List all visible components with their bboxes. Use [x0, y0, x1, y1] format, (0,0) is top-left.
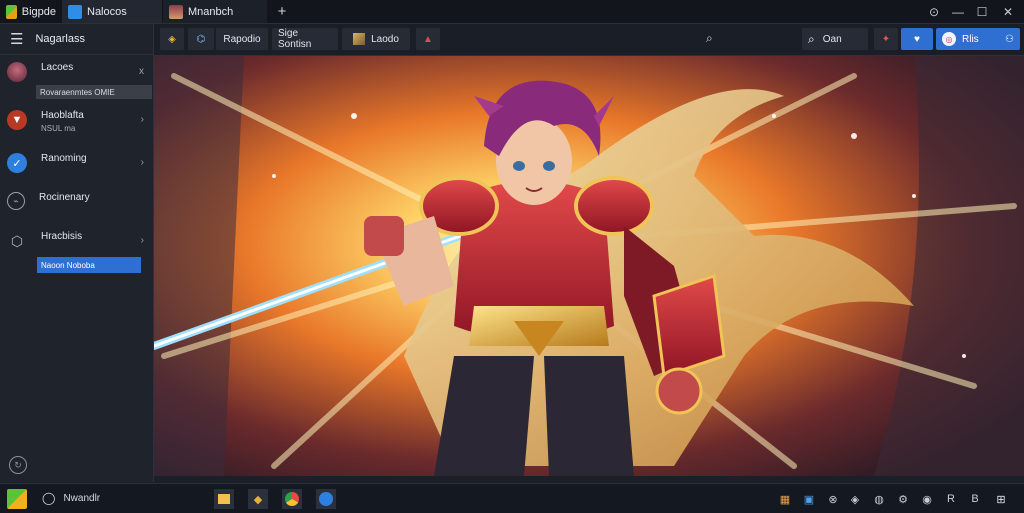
shield-icon[interactable]: ◈ [848, 492, 862, 506]
tab-label: Mnanbch [188, 5, 234, 18]
sidebar-item-label: Hracbisis [41, 231, 83, 242]
search-value: Oan [822, 33, 842, 45]
sidebar-header: ☰ Nagarlass [0, 24, 153, 55]
browser-icon[interactable] [316, 489, 336, 509]
status-icon[interactable]: ⊙ [922, 0, 946, 23]
save-icon[interactable]: ◆ [248, 489, 268, 509]
chevron-right-icon: › [140, 235, 144, 246]
button-label: Rapodio [223, 33, 261, 45]
tab-bigpde[interactable]: Bigpde [0, 0, 62, 23]
maximize-button[interactable]: ☐ [970, 0, 994, 23]
sidebar-item-label: Haoblafta [41, 110, 84, 121]
settings-icon[interactable]: ⚙ [896, 492, 910, 506]
folder-icon [68, 4, 82, 19]
sidebar-item-label: Lacoes [41, 62, 74, 73]
network-icon[interactable]: ▣ [802, 492, 816, 506]
close-button[interactable]: ✕ [996, 0, 1020, 23]
search-input[interactable]: ⌕ Oan [802, 28, 868, 50]
bookmark-icon: ⌁ [7, 192, 25, 210]
game-artwork[interactable] [154, 56, 1024, 476]
game-icon [169, 4, 183, 19]
tab-label: Bigpde [21, 5, 56, 18]
chat-icon[interactable]: ◍ [872, 492, 886, 506]
shield-outline-icon: ⬡ [10, 232, 24, 249]
taskbar-search-label: Nwandlr [63, 492, 101, 504]
hamburger-icon[interactable]: ☰ [10, 30, 23, 48]
sidebar-item-ranoming[interactable]: ✓ Ranoming › [0, 153, 153, 173]
new-tab-button[interactable]: + [270, 0, 294, 23]
sidebar-title: Nagarlass [35, 33, 85, 45]
display-icon[interactable]: B [968, 492, 982, 506]
chevron-right-icon: › [140, 114, 144, 125]
profile-icon: ⚇ [1005, 33, 1014, 45]
hero-illustration [154, 56, 1024, 476]
toolbar-button-laodo[interactable]: Laodo [342, 28, 410, 50]
tab-mnanbch[interactable]: Mnanbch [163, 0, 267, 23]
notification-center-icon[interactable]: ⊞ [994, 492, 1008, 506]
toolbar: ◈ ⌬ Rapodio Sige Sontisn Laodo ▲ ⌕ ⌕ Oan… [154, 24, 1024, 56]
tab-label: Nalocos [87, 5, 127, 18]
sidebar-sub-item[interactable]: Rovaraenmtes OMIE [36, 85, 152, 99]
folder-icon[interactable] [214, 489, 234, 509]
image-icon [353, 33, 366, 45]
toolbar-button-rapodio[interactable]: Rapodio [216, 28, 268, 50]
minimize-button[interactable]: — [946, 0, 970, 23]
chart-icon[interactable]: ⌬ [188, 28, 214, 50]
sidebar-item-sub: NSUL ma [41, 124, 76, 133]
avatar: ◎ [942, 32, 956, 46]
sidebar-item-haoblafta[interactable]: ▼ Haoblafta NSUL ma › [0, 110, 153, 133]
notification-icon[interactable]: ✦ [874, 28, 898, 50]
sidebar-item-rocinenary[interactable]: ⌁ Rocinenary [0, 192, 153, 210]
chevron-right-icon: › [140, 157, 144, 168]
user-label: Rlis [962, 33, 979, 45]
shield-red-icon: ▼ [7, 110, 27, 130]
grid-icon[interactable]: ▦ [778, 492, 792, 506]
shield-button[interactable]: ♥ [901, 28, 933, 50]
user-button[interactable]: ◎ Rlis ⚇ [936, 28, 1020, 50]
sidebar-item-lacoes[interactable]: Lacoes x [0, 62, 153, 82]
app-logo-icon [6, 4, 17, 19]
blue-check-icon: ✓ [7, 153, 27, 173]
search-icon: ⌕ [808, 31, 815, 46]
tab-nalocos[interactable]: Nalocos [62, 0, 162, 23]
button-label: Laodo [371, 33, 399, 45]
home-icon[interactable]: ◈ [160, 28, 184, 50]
start-icon[interactable] [7, 489, 27, 509]
search-icon[interactable]: ⌕ [706, 31, 713, 46]
sidebar-sub-item-active[interactable]: Naoon Noboba [37, 257, 141, 273]
close-icon[interactable]: x [139, 66, 144, 77]
alert-icon[interactable]: ⊗ [826, 492, 840, 506]
settings-icon[interactable]: ↻ [9, 456, 27, 474]
taskbar-search[interactable]: ◯ Nwandlr [42, 491, 100, 505]
alert-icon[interactable]: ▲ [416, 28, 440, 50]
sidebar-item-label: Rocinenary [39, 192, 90, 203]
taskbar: ◯ Nwandlr ◆ ▦ ▣ ⊗ ◈ ◍ ⚙ ◉ R B ⊞ [0, 483, 1024, 513]
avatar [7, 62, 27, 82]
sidebar-item-label: Ranoming [41, 153, 87, 164]
sidebar: ☰ Nagarlass Lacoes x Rovaraenmtes OMIE ▼… [0, 24, 154, 482]
power-icon[interactable]: ◉ [920, 492, 934, 506]
chrome-icon[interactable] [282, 489, 302, 509]
lang-icon[interactable]: R [944, 492, 958, 506]
sidebar-item-hracbisis[interactable]: ⬡ Hracbisis › [0, 231, 153, 251]
toolbar-button-sige-sontisn[interactable]: Sige Sontisn [272, 28, 338, 50]
button-label: Sige Sontisn [278, 28, 312, 50]
title-bar: Bigpde Nalocos Mnanbch + ⊙ — ☐ ✕ [0, 0, 1024, 24]
chat-icon: ◯ [42, 491, 56, 505]
